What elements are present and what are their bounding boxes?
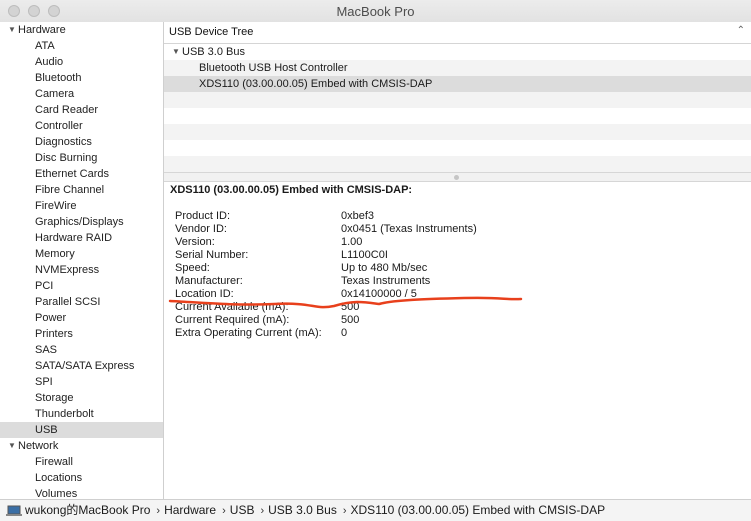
- tree-empty-row: [164, 124, 751, 140]
- tree-empty-row: [164, 92, 751, 108]
- chevron-right-icon: ›: [156, 505, 161, 517]
- sidebar-item-volumes[interactable]: Volumes: [0, 486, 163, 499]
- sidebar-item-card-reader[interactable]: Card Reader: [0, 102, 163, 118]
- tree-item-label: XDS110 (03.00.00.05) Embed with CMSIS-DA…: [199, 78, 433, 90]
- detail-value: Texas Instruments: [341, 275, 431, 287]
- sidebar-item-memory[interactable]: Memory: [0, 246, 163, 262]
- sidebar-item-storage[interactable]: Storage: [0, 390, 163, 406]
- sidebar-item-printers[interactable]: Printers: [0, 326, 163, 342]
- detail-label: Manufacturer:: [175, 275, 243, 287]
- sidebar-item-audio[interactable]: Audio: [0, 54, 163, 70]
- sidebar-item-spi[interactable]: SPI: [0, 374, 163, 390]
- sidebar-item-sata-sata-express[interactable]: SATA/SATA Express: [0, 358, 163, 374]
- chevron-right-icon: ›: [342, 505, 347, 517]
- sidebar-item-hardware-raid[interactable]: Hardware RAID: [0, 230, 163, 246]
- tree-item-bus[interactable]: ▼ USB 3.0 Bus: [164, 44, 751, 60]
- detail-label: Speed:: [175, 262, 210, 274]
- splitter-grip-icon[interactable]: [454, 175, 459, 180]
- sidebar-item-parallel-scsi[interactable]: Parallel SCSI: [0, 294, 163, 310]
- sidebar-item-ata[interactable]: ATA: [0, 38, 163, 54]
- disclosure-triangle-icon[interactable]: ▼: [8, 438, 18, 454]
- tree-item-device[interactable]: Bluetooth USB Host Controller: [164, 60, 751, 76]
- sidebar-item-firewall[interactable]: Firewall: [0, 454, 163, 470]
- detail-value: Up to 480 Mb/sec: [341, 262, 428, 274]
- sidebar: ▼ Hardware ATA Audio Bluetooth Camera Card Rea…: [0, 22, 164, 499]
- sidebar-item-controller[interactable]: Controller: [0, 118, 163, 134]
- detail-row: Location ID: 0x14100000 / 5: [175, 288, 477, 301]
- tree-empty-row: [164, 156, 751, 172]
- sidebar-item-disc-burning[interactable]: Disc Burning: [0, 150, 163, 166]
- detail-row: Vendor ID: 0x0451 (Texas Instruments): [175, 223, 477, 236]
- detail-label: Serial Number:: [175, 249, 249, 261]
- detail-value: 0: [341, 327, 348, 339]
- details-title: XDS110 (03.00.00.05) Embed with CMSIS-DA…: [170, 184, 413, 196]
- detail-value: L1100C0I: [341, 249, 388, 261]
- detail-label: Location ID:: [175, 288, 234, 300]
- path-crumb[interactable]: wukong的MacBook Pro: [25, 500, 150, 520]
- path-crumb[interactable]: USB: [230, 500, 255, 520]
- detail-value: 1.00: [341, 236, 363, 248]
- sidebar-item-usb[interactable]: USB: [0, 422, 163, 438]
- detail-label: Current Available (mA):: [175, 301, 289, 313]
- sidebar-item-graphics-displays[interactable]: Graphics/Displays: [0, 214, 163, 230]
- device-tree: ▼ USB 3.0 Bus Bluetooth USB Host Controll…: [164, 44, 751, 172]
- path-crumb[interactable]: Hardware: [164, 500, 216, 520]
- disclosure-triangle-icon[interactable]: ▼: [8, 22, 18, 38]
- path-crumb[interactable]: USB 3.0 Bus: [268, 500, 337, 520]
- sidebar-item-sas[interactable]: SAS: [0, 342, 163, 358]
- chevron-right-icon: ›: [260, 505, 265, 517]
- detail-label: Version:: [175, 236, 215, 248]
- tree-header[interactable]: USB Device Tree ⌃: [164, 22, 751, 44]
- tree-item-device-selected[interactable]: XDS110 (03.00.00.05) Embed with CMSIS-DA…: [164, 76, 751, 92]
- sidebar-item-bluetooth[interactable]: Bluetooth: [0, 70, 163, 86]
- detail-row: Speed: Up to 480 Mb/sec: [175, 262, 477, 275]
- sidebar-item-camera[interactable]: Camera: [0, 86, 163, 102]
- sidebar-item-locations[interactable]: Locations: [0, 470, 163, 486]
- detail-label: Current Required (mA):: [175, 314, 290, 326]
- detail-label: Product ID:: [175, 210, 231, 222]
- sidebar-item-fibre-channel[interactable]: Fibre Channel: [0, 182, 163, 198]
- detail-row: Version: 1.00: [175, 236, 477, 249]
- detail-label: Extra Operating Current (mA):: [175, 327, 322, 339]
- chevron-up-icon[interactable]: ⌃: [737, 25, 745, 36]
- detail-row: Product ID: 0xbef3: [175, 210, 477, 223]
- disclosure-triangle-icon[interactable]: ▼: [172, 44, 182, 60]
- sidebar-item-nvmexpress[interactable]: NVMExpress: [0, 262, 163, 278]
- chevron-right-icon: ›: [222, 505, 226, 517]
- sidebar-category-network[interactable]: ▼ Network: [0, 438, 163, 454]
- detail-row: Serial Number: L1100C0I: [175, 249, 477, 262]
- detail-value: 0x0451 (Texas Instruments): [341, 223, 477, 235]
- path-bar: wukong的MacBook Pro › Hardware › USB › USB 3.0 …: [0, 499, 751, 521]
- laptop-icon: [6, 505, 22, 516]
- detail-value: 0x14100000 / 5: [341, 288, 417, 300]
- sidebar-category-label: Hardware: [18, 24, 66, 36]
- detail-value: 500: [341, 301, 360, 313]
- pane-splitter[interactable]: [164, 172, 751, 182]
- path-crumb[interactable]: XDS110 (03.00.00.05) Embed with CMSIS-DA…: [351, 500, 606, 520]
- sidebar-item-diagnostics[interactable]: Diagnostics: [0, 134, 163, 150]
- tree-item-label: Bluetooth USB Host Controller: [199, 62, 348, 74]
- details-pane: XDS110 (03.00.00.05) Embed with CMSIS-DA…: [164, 182, 751, 499]
- sidebar-item-pci[interactable]: PCI: [0, 278, 163, 294]
- sidebar-item-firewire[interactable]: FireWire: [0, 198, 163, 214]
- detail-row: Manufacturer: Texas Instruments: [175, 275, 477, 288]
- sidebar-item-thunderbolt[interactable]: Thunderbolt: [0, 406, 163, 422]
- detail-row: Extra Operating Current (mA): 0: [175, 327, 477, 340]
- title-bar: MacBook Pro: [0, 0, 751, 23]
- window-title: MacBook Pro: [336, 4, 415, 19]
- detail-row: Current Required (mA): 500: [175, 314, 477, 327]
- sidebar-item-ethernet-cards[interactable]: Ethernet Cards: [0, 166, 163, 182]
- detail-label: Vendor ID:: [175, 223, 227, 235]
- tree-empty-row: [164, 108, 751, 124]
- tree-header-label: USB Device Tree: [169, 26, 254, 38]
- detail-value: 500: [341, 314, 360, 326]
- sidebar-category-label: Network: [18, 440, 59, 452]
- detail-row: Current Available (mA): 500: [175, 301, 477, 314]
- details-table: Product ID: 0xbef3 Vendor ID: 0x0451 (Texas…: [175, 210, 477, 340]
- sidebar-category-hardware[interactable]: ▼ Hardware: [0, 22, 163, 38]
- tree-item-label: USB 3.0 Bus: [182, 46, 245, 58]
- sidebar-item-power[interactable]: Power: [0, 310, 163, 326]
- tree-empty-row: [164, 140, 751, 156]
- detail-value: 0xbef3: [341, 210, 375, 222]
